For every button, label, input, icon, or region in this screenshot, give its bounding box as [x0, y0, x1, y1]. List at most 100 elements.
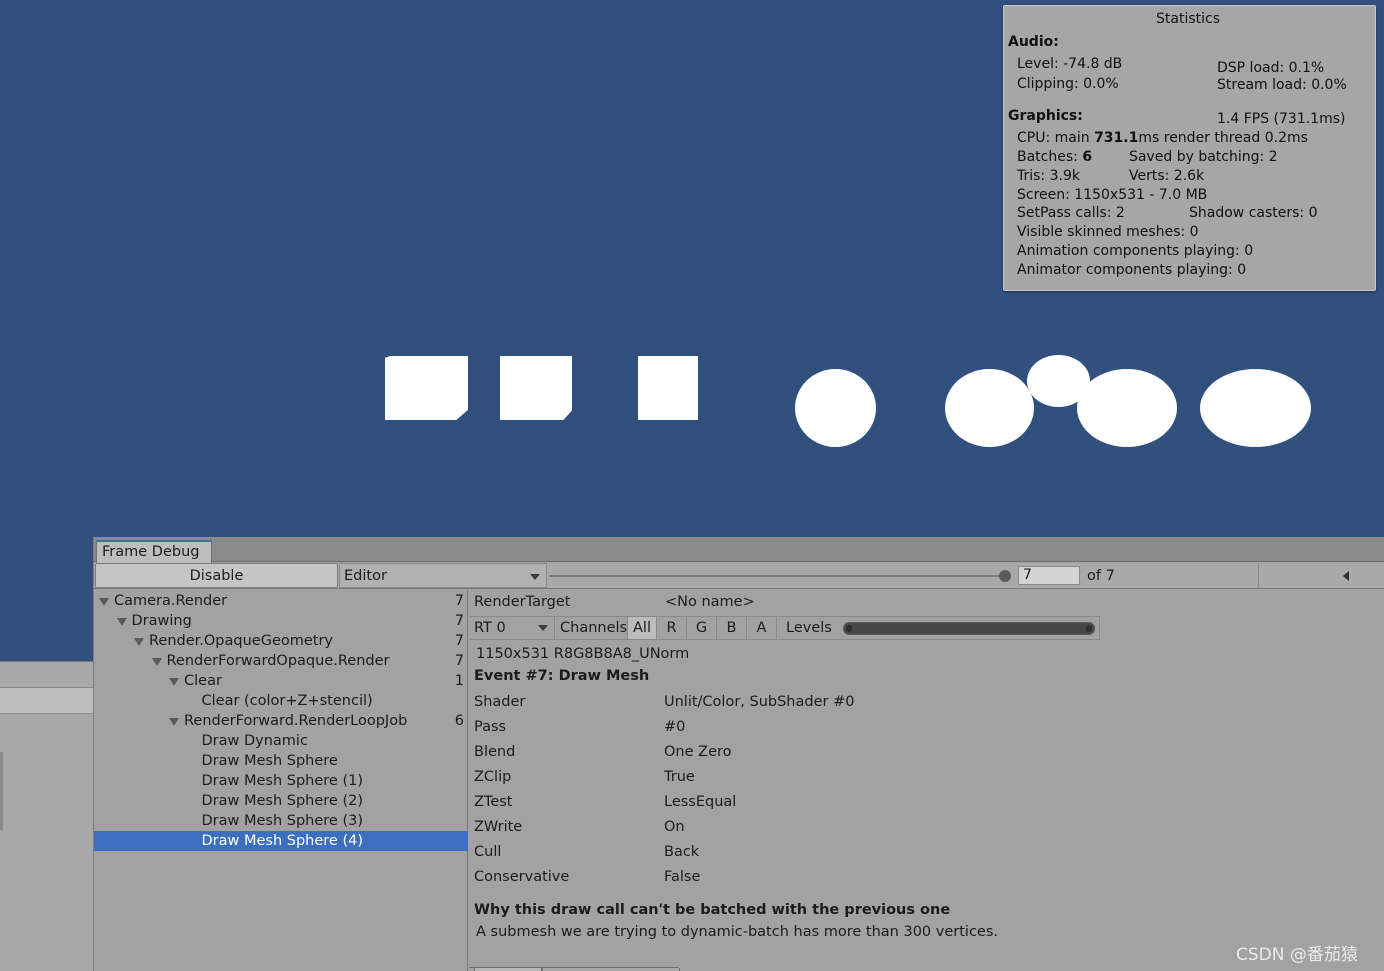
tree-row-label: Draw Mesh Sphere (2)	[201, 793, 364, 809]
tree-row-label: Camera.Render	[114, 593, 228, 609]
tree-row-count: 7	[454, 633, 464, 649]
channel-all-button[interactable]: All	[627, 617, 657, 639]
statistics-panel: Statistics Audio: Level: -74.8 dB Clippi…	[1003, 5, 1376, 291]
property-value: #0	[664, 719, 686, 735]
tree-row[interactable]: Render.OpaqueGeometry 7	[94, 631, 468, 651]
property-value: On	[664, 819, 685, 835]
tree-row-count: 7	[454, 653, 464, 669]
property-value: Back	[664, 844, 700, 860]
expand-triangle-icon[interactable]	[151, 658, 162, 666]
background-window-body	[0, 713, 94, 971]
property-name: Shader	[474, 694, 526, 710]
expand-triangle-icon[interactable]	[134, 638, 144, 646]
render-target-label: RenderTarget	[474, 594, 571, 610]
expand-triangle-icon[interactable]	[99, 598, 109, 606]
graphics-saved-by-batching: Saved by batching: 2	[1129, 149, 1278, 165]
expand-triangle-icon[interactable]	[169, 678, 179, 686]
channel-g-button[interactable]: G	[687, 617, 717, 639]
tree-row[interactable]: RenderForwardOpaque.Render 7	[94, 651, 468, 671]
graphics-screen: Screen: 1150x531 - 7.0 MB	[1017, 187, 1208, 203]
tree-row[interactable]: Clear 1	[94, 671, 468, 691]
tree-row[interactable]: Clear (color+Z+stencil)	[94, 691, 468, 711]
levels-range-slider[interactable]	[843, 622, 1095, 635]
tree-row-label: Draw Dynamic	[201, 733, 308, 749]
disable-button[interactable]: Disable	[95, 563, 338, 588]
property-value: Unlit/Color, SubShader #0	[664, 694, 855, 710]
property-name: ZTest	[474, 794, 513, 810]
tree-row-label: Drawing	[131, 613, 192, 629]
render-target-toolbar: RT 0 Channels All R G B A Levels	[470, 616, 1100, 640]
tab-frame-debug[interactable]: Frame Debug	[96, 540, 212, 563]
watermark: CSDN @番茄猿	[1236, 945, 1358, 965]
cpu-suffix: ms render thread 0.2ms	[1138, 130, 1308, 146]
statistics-title: Statistics	[1156, 11, 1220, 27]
expand-triangle-icon[interactable]	[169, 718, 179, 726]
rt-dropdown-label: RT 0	[474, 620, 506, 636]
event-step-input[interactable]: 7	[1018, 566, 1080, 585]
tree-row[interactable]: Draw Mesh Sphere (3)	[94, 811, 468, 831]
sphere-mesh-4	[1200, 369, 1311, 447]
audio-stream-load: Stream load: 0.0%	[1217, 77, 1347, 93]
audio-dsp-load: DSP load: 0.1%	[1217, 60, 1325, 76]
chevron-down-icon	[538, 625, 548, 631]
event-details: RenderTarget <No name> RT 0 Channels All…	[469, 590, 1384, 971]
tree-row-label: Clear (color+Z+stencil)	[201, 693, 373, 709]
graphics-shadow-casters: Shadow casters: 0	[1189, 205, 1318, 221]
tree-row[interactable]: Drawing 7	[94, 611, 468, 631]
event-title: Event #7: Draw Mesh	[474, 668, 650, 684]
property-name: Cull	[474, 844, 502, 860]
chevron-down-icon	[530, 574, 540, 580]
tree-row[interactable]: Draw Dynamic	[94, 731, 468, 751]
tree-row[interactable]: RenderForward.RenderLoopJob 6	[94, 711, 468, 731]
tree-row[interactable]: Camera.Render 7	[94, 591, 468, 611]
batch-break-reason: A submesh we are trying to dynamic-batch…	[476, 924, 998, 940]
tree-row-label: RenderForward.RenderLoopJob	[184, 713, 408, 729]
event-total-label: of 7	[1087, 568, 1115, 584]
tree-row-label: Draw Mesh Sphere (1)	[201, 773, 364, 789]
channels-label: Channels	[560, 620, 628, 636]
render-target-format: 1150x531 R8G8B8A8_UNorm	[476, 646, 690, 662]
expand-triangle-icon[interactable]	[116, 618, 127, 626]
channel-b-button[interactable]: B	[717, 617, 747, 639]
rt-dropdown[interactable]: RT 0	[470, 617, 555, 639]
property-value: One Zero	[664, 744, 732, 760]
channel-r-button[interactable]: R	[657, 617, 687, 639]
property-name: ZClip	[474, 769, 512, 785]
batches-prefix: Batches:	[1017, 149, 1083, 165]
property-name: Pass	[474, 719, 507, 735]
graphics-verts: Verts: 2.6k	[1129, 168, 1205, 184]
audio-header: Audio:	[1008, 34, 1059, 50]
event-slider-handle[interactable]	[999, 570, 1011, 582]
property-name: Blend	[474, 744, 516, 760]
graphics-fps: 1.4 FPS (731.1ms)	[1217, 111, 1346, 127]
cube-mesh-2	[638, 356, 698, 420]
frame-debug-toolbar: Disable Editor 7 of 7	[94, 563, 1384, 589]
graphics-batches: Batches: 6	[1017, 149, 1092, 165]
graphics-animator-components: Animator components playing: 0	[1017, 262, 1247, 278]
target-dropdown[interactable]: Editor	[339, 563, 547, 588]
cpu-main-value: 731.1	[1094, 130, 1139, 146]
cube-mesh-0	[385, 356, 468, 420]
graphics-animation-components: Animation components playing: 0	[1017, 243, 1254, 259]
cpu-prefix: CPU: main	[1017, 130, 1095, 146]
batches-value: 6	[1082, 149, 1093, 165]
tree-row-label: Draw Mesh Sphere (4)	[201, 833, 364, 849]
tree-row-count: 1	[454, 673, 464, 689]
previous-event-icon[interactable]	[1343, 571, 1349, 581]
tree-row[interactable]: Draw Mesh Sphere (1)	[94, 771, 468, 791]
tree-row[interactable]: Draw Mesh Sphere (2)	[94, 791, 468, 811]
graphics-tris: Tris: 3.9k	[1017, 168, 1080, 184]
target-dropdown-label: Editor	[344, 568, 387, 584]
batch-break-title: Why this draw call can't be batched with…	[474, 902, 951, 918]
property-name: Conservative	[474, 869, 570, 885]
tree-row[interactable]: Draw Mesh Sphere (4)	[94, 831, 468, 851]
audio-clipping: Clipping: 0.0%	[1017, 76, 1119, 92]
rt-toolbar-end	[1099, 617, 1100, 639]
property-value: True	[664, 769, 695, 785]
channel-a-button[interactable]: A	[747, 617, 777, 639]
graphics-skinned-meshes: Visible skinned meshes: 0	[1017, 224, 1199, 240]
event-slider-track[interactable]	[549, 575, 1007, 577]
audio-level: Level: -74.8 dB	[1017, 56, 1123, 72]
tree-row-label: Draw Mesh Sphere (3)	[201, 813, 364, 829]
tree-row[interactable]: Draw Mesh Sphere	[94, 751, 468, 771]
